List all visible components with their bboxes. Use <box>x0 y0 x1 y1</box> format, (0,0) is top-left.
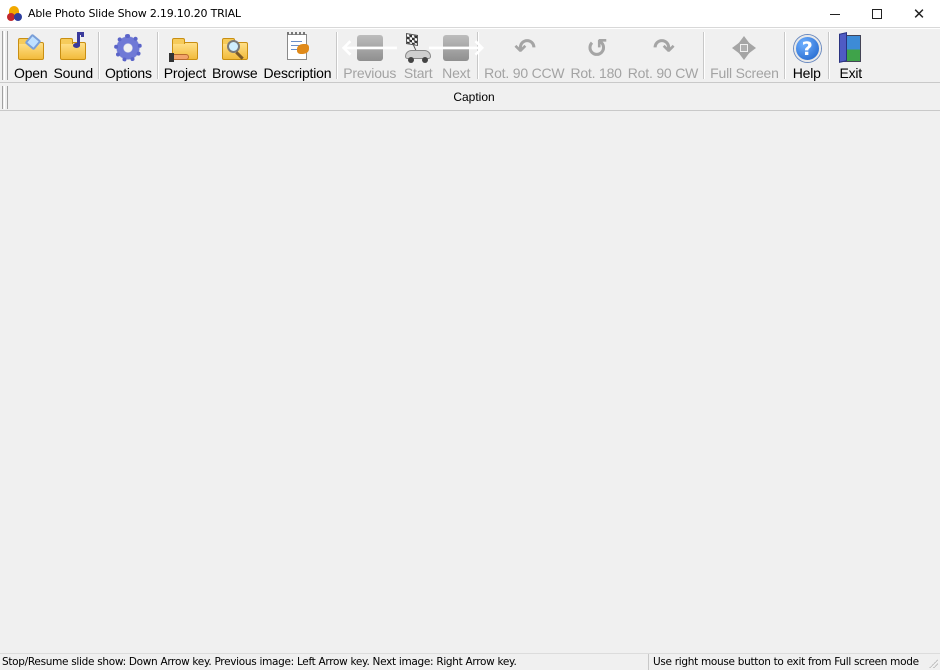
open-label: Open <box>14 65 48 81</box>
status-bar: Stop/Resume slide show: Down Arrow key. … <box>0 653 940 670</box>
toolbar-separator <box>97 32 100 79</box>
arrow-left-icon: 🡐 <box>340 35 400 61</box>
window-title: Able Photo Slide Show 2.19.10.20 TRIAL <box>28 7 241 20</box>
close-icon: ✕ <box>912 5 926 23</box>
title-bar: Able Photo Slide Show 2.19.10.20 TRIAL ✕ <box>0 0 940 28</box>
rotate-180-icon: ↺ <box>586 34 608 64</box>
notepad-icon <box>281 32 313 64</box>
previous-button[interactable]: 🡐 Previous <box>340 29 399 82</box>
main-toolbar: Open Sound Options Project Browse Descri… <box>0 28 940 83</box>
exit-label: Exit <box>839 65 862 81</box>
toolbar-group-project: Project Browse Description <box>161 29 335 82</box>
toolbar-separator <box>783 32 786 79</box>
previous-label: Previous <box>343 65 397 81</box>
sound-folder-icon <box>57 32 89 64</box>
toolbar-separator <box>336 32 339 79</box>
minimize-icon <box>830 13 840 15</box>
maximize-icon <box>872 9 882 19</box>
toolbar-group-rotate: ↶ Rot. 90 CCW ↺ Rot. 180 ↷ Rot. 90 CW <box>481 29 701 82</box>
options-label: Options <box>104 65 152 81</box>
help-icon: ? <box>791 32 823 64</box>
status-hint-fullscreen: Use right mouse button to exit from Full… <box>648 654 940 670</box>
sound-button[interactable]: Sound <box>50 29 95 82</box>
browse-label: Browse <box>211 65 258 81</box>
full-screen-label: Full Screen <box>710 65 779 81</box>
gear-icon <box>112 32 144 64</box>
rotate-90-ccw-label: Rot. 90 CCW <box>484 65 565 81</box>
exit-door-icon <box>835 32 867 64</box>
project-label: Project <box>163 65 206 81</box>
sound-label: Sound <box>53 65 93 81</box>
rotate-180-label: Rot. 180 <box>570 65 622 81</box>
toolbar-group-help: ? Help <box>788 29 826 82</box>
toolbar-grip[interactable] <box>2 31 8 80</box>
browse-button[interactable]: Browse <box>209 29 260 82</box>
maximize-button[interactable] <box>856 0 898 28</box>
rotate-90-cw-button[interactable]: ↷ Rot. 90 CW <box>625 29 701 82</box>
toolbar-separator <box>827 32 830 79</box>
options-button[interactable]: Options <box>102 29 155 82</box>
next-button[interactable]: 🡒 Next <box>426 29 486 82</box>
project-button[interactable]: Project <box>161 29 209 82</box>
browse-magnifier-icon <box>219 32 251 64</box>
window-controls: ✕ <box>814 0 940 28</box>
rotate-90-ccw-button[interactable]: ↶ Rot. 90 CCW <box>481 29 567 82</box>
open-button[interactable]: Open <box>11 29 50 82</box>
resize-grip[interactable] <box>928 658 938 668</box>
arrow-right-icon: 🡒 <box>426 35 486 61</box>
toolbar-separator <box>156 32 159 79</box>
next-label: Next <box>442 65 471 81</box>
rotate-ccw-icon: ↶ <box>514 34 537 64</box>
app-logo-icon <box>7 5 23 22</box>
status-hint-keys: Stop/Resume slide show: Down Arrow key. … <box>2 656 517 668</box>
toolbar-group-file: Open Sound <box>11 29 96 82</box>
slide-display-area[interactable] <box>0 112 940 652</box>
description-button[interactable]: Description <box>260 29 334 82</box>
minimize-button[interactable] <box>814 0 856 28</box>
caption-bar: Caption <box>0 84 940 111</box>
help-button[interactable]: ? Help <box>788 29 826 82</box>
toolbar-group-exit: Exit <box>832 29 870 82</box>
toolbar-group-navigation: 🡐 Previous Start 🡒 Next <box>340 29 486 82</box>
rotate-cw-icon: ↷ <box>652 34 675 64</box>
description-label: Description <box>263 65 332 81</box>
close-button[interactable]: ✕ <box>898 0 940 28</box>
full-screen-button[interactable]: Full Screen <box>707 29 782 82</box>
toolbar-group-fullscreen: Full Screen <box>707 29 782 82</box>
exit-button[interactable]: Exit <box>832 29 870 82</box>
caption-label: Caption <box>453 90 495 104</box>
toolbar-group-options: Options <box>102 29 155 82</box>
start-label: Start <box>403 65 433 81</box>
toolbar-separator <box>703 32 706 79</box>
move-arrows-icon <box>728 32 760 64</box>
app-window: Able Photo Slide Show 2.19.10.20 TRIAL ✕… <box>0 0 940 670</box>
open-folder-icon <box>15 32 47 64</box>
rotate-90-cw-label: Rot. 90 CW <box>627 65 699 81</box>
rotate-180-button[interactable]: ↺ Rot. 180 <box>567 29 624 82</box>
help-label: Help <box>792 65 821 81</box>
project-folder-icon <box>168 32 201 64</box>
